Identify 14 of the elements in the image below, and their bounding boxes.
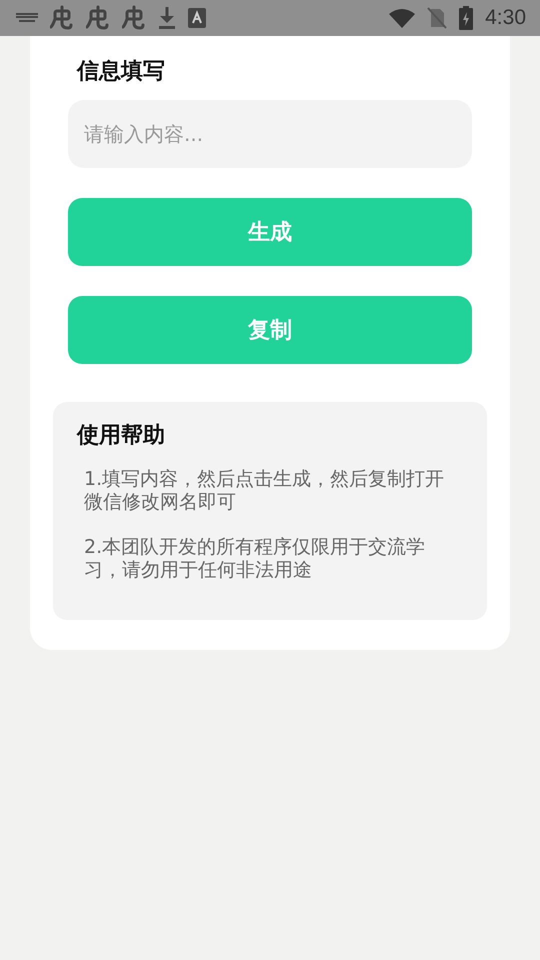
input-field[interactable]: 请输入内容...: [68, 100, 472, 168]
section-title: 信息填写: [77, 58, 166, 86]
generate-button[interactable]: 生成: [68, 198, 472, 266]
help-text: 2.本团队开发的所有程序仅限用于交流学习，请勿用于任何非法用途: [84, 536, 426, 582]
copy-button[interactable]: 复制: [68, 296, 472, 364]
no-sim-icon: [427, 7, 448, 29]
download-icon: [158, 7, 176, 29]
help-text: 1.填写内容，然后点击生成，然后复制打开微信修改网名即可: [84, 468, 446, 514]
battery-charging-icon: [459, 6, 474, 30]
clock-time: 4:30: [485, 6, 526, 30]
keyboard-icon: [16, 13, 38, 23]
help-title: 使用帮助: [77, 422, 166, 450]
wifi-icon: [389, 8, 416, 28]
app-icon: [188, 8, 206, 28]
